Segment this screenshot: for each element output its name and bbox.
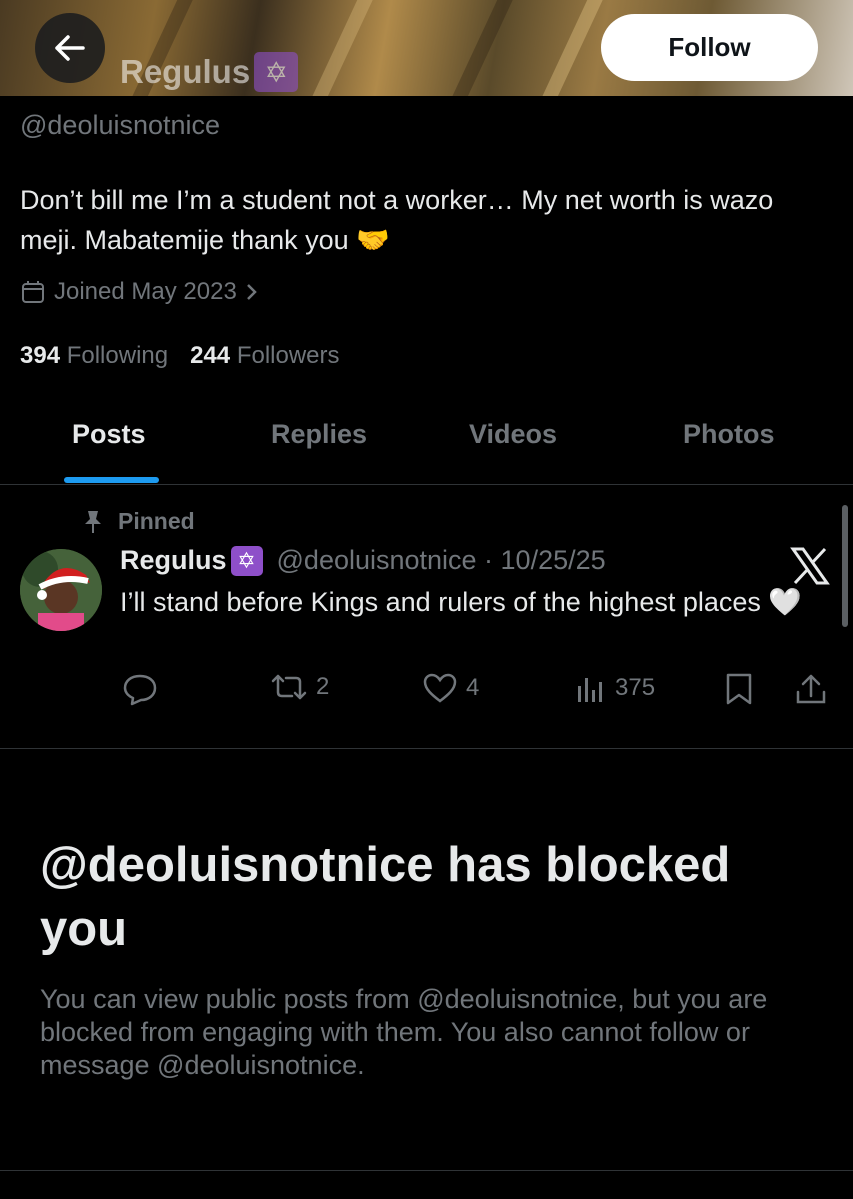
blocked-description: You can view public posts from @deoluisn…	[40, 984, 768, 1080]
star-of-david-badge-icon: ✡	[254, 52, 299, 92]
views-button[interactable]: 375	[575, 672, 655, 704]
like-icon	[423, 673, 457, 703]
retweet-icon	[271, 674, 307, 700]
active-tab-indicator	[64, 477, 159, 483]
retweet-button[interactable]: 2	[270, 672, 329, 702]
share-button[interactable]	[794, 672, 828, 706]
bookmark-icon	[726, 673, 752, 705]
follow-stats: 394 Following 244 Followers	[20, 342, 340, 370]
profile-bio: Don’t bill me I’m a student not a worker…	[20, 185, 774, 255]
followers-link[interactable]: 244 Followers	[190, 342, 339, 370]
author-avatar[interactable]	[20, 549, 102, 631]
tab-posts[interactable]: Posts	[72, 419, 146, 450]
profile-handle: @deoluisnotnice	[20, 110, 221, 140]
share-icon	[796, 674, 826, 704]
author-name[interactable]: Regulus	[120, 545, 227, 576]
post-header: Regulus ✡ @deoluisnotnice · 10/25/25	[120, 545, 606, 576]
post-divider	[0, 748, 853, 749]
scrollbar[interactable]	[842, 505, 848, 627]
x-logo-icon	[790, 547, 830, 585]
views-icon	[578, 678, 602, 702]
back-button[interactable]	[35, 13, 105, 83]
reply-button[interactable]	[122, 672, 158, 706]
tab-videos[interactable]: Videos	[469, 419, 557, 450]
post-actions: 2 4 375	[120, 672, 835, 712]
reply-icon	[123, 674, 157, 706]
pinned-label: Pinned	[82, 508, 195, 535]
follow-button[interactable]: Follow	[601, 14, 818, 81]
tab-photos[interactable]: Photos	[683, 419, 775, 450]
header-display-name: Regulus ✡	[120, 52, 299, 92]
calendar-icon	[22, 281, 44, 303]
star-of-david-badge-icon: ✡	[230, 545, 263, 576]
back-arrow-icon	[55, 35, 85, 61]
bottom-divider	[0, 1170, 853, 1171]
blocked-title: @deoluisnotnice has blocked you	[40, 838, 731, 956]
bookmark-button[interactable]	[724, 672, 754, 706]
profile-tabs: Posts Replies Videos Photos	[0, 405, 853, 485]
following-link[interactable]: 394 Following	[20, 342, 168, 370]
pin-icon	[85, 510, 101, 533]
chevron-right-icon	[246, 284, 257, 300]
tab-replies[interactable]: Replies	[271, 419, 367, 450]
author-handle-date: @deoluisnotnice · 10/25/25	[276, 545, 606, 575]
like-button[interactable]: 4	[422, 672, 479, 704]
post-text: I’ll stand before Kings and rulers of th…	[120, 587, 803, 617]
joined-date[interactable]: Joined May 2023	[20, 278, 259, 306]
